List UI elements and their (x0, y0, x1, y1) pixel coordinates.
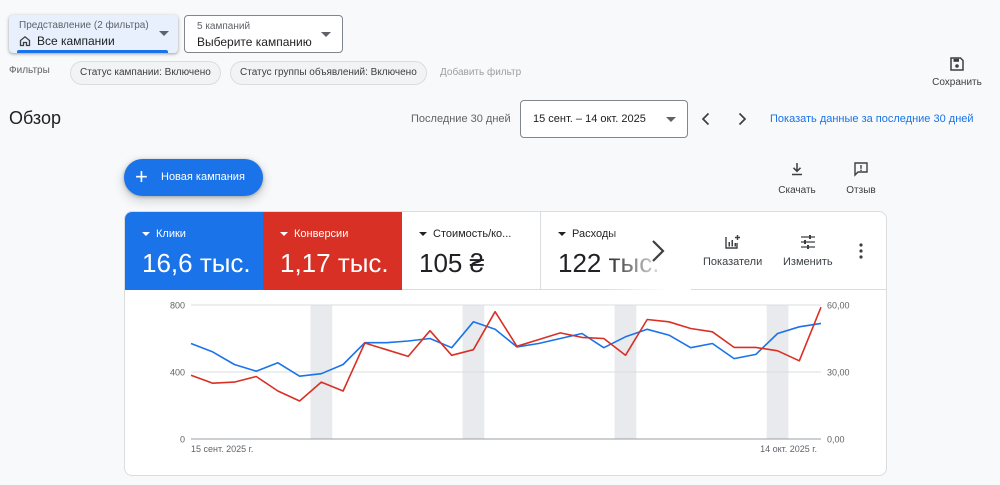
save-button[interactable]: Сохранить (926, 56, 988, 92)
date-range-select[interactable]: 15 сент. – 14 окт. 2025 (520, 100, 688, 138)
metric-value: 1,17 тыс. (280, 248, 389, 278)
indicators-label: Показатели (703, 256, 763, 268)
tune-icon (800, 235, 815, 249)
y-tick-right: 30,00 (827, 368, 850, 378)
metric-header: Стоимость/ко... (419, 228, 511, 240)
metric-header: Клики (142, 228, 186, 240)
metric-value: 16,6 тыс. (142, 248, 251, 278)
download-label: Скачать (778, 185, 816, 196)
save-icon (950, 57, 964, 71)
save-label: Сохранить (932, 77, 982, 88)
campaign-select-sublabel: 5 кампаний (197, 21, 251, 32)
date-range-value: 15 сент. – 14 окт. 2025 (533, 113, 646, 125)
download-icon (792, 163, 802, 176)
feedback-label: Отзыв (846, 185, 876, 196)
x-tick-label: 15 сент. 2025 г. (191, 444, 253, 454)
page-title: Обзор (9, 108, 61, 128)
view-select-underline (17, 50, 168, 53)
chevron-down-icon (666, 117, 676, 122)
performance-chart: 0 0,00 400 30,00 800 60,00 15 сент. 2025 г. 14 … (170, 301, 850, 455)
edit-metrics-label: Изменить (783, 256, 833, 268)
filters-label: Фильтры (9, 65, 50, 76)
dropdown-icon (280, 232, 288, 236)
metric-tile-cost-per-conversion[interactable]: Стоимость/ко... 105 ₴ (402, 212, 541, 290)
metric-tile-conversions[interactable]: Конверсии 1,17 тыс. (263, 212, 402, 290)
chevron-down-icon (321, 32, 331, 37)
chevron-right-icon[interactable] (732, 109, 752, 129)
metric-label: Конверсии (294, 228, 349, 240)
filter-chip-campaign-status[interactable]: Статус кампании: Включено (70, 61, 221, 85)
dropdown-icon (419, 232, 427, 236)
metric-value: 105 ₴ (419, 248, 485, 278)
y-tick-left: 400 (170, 368, 185, 378)
feedback-button[interactable]: Отзыв (836, 161, 886, 196)
period-label: Последние 30 дней (411, 113, 511, 125)
metric-label: Клики (156, 228, 186, 240)
dropdown-icon (558, 232, 566, 236)
metric-tile-clicks[interactable]: Клики 16,6 тыс. (125, 212, 263, 290)
metric-header: Конверсии (280, 228, 348, 240)
chevron-right-icon[interactable] (647, 238, 669, 264)
download-button[interactable]: Скачать (772, 161, 822, 196)
new-campaign-label: Новая кампания (161, 171, 245, 183)
chevron-left-icon[interactable] (696, 109, 716, 129)
y-tick-left: 0 (180, 435, 185, 445)
more-vert-icon[interactable] (857, 242, 865, 260)
dropdown-icon (142, 232, 150, 236)
edit-metrics-button[interactable]: Изменить (783, 234, 833, 268)
show-last-30-days-link[interactable]: Показать данные за последние 30 дней (770, 113, 974, 125)
add-filter-button[interactable]: Добавить фильтр (440, 67, 521, 78)
add-chart-icon (724, 235, 740, 249)
view-select-value-row: Все кампании (19, 34, 115, 48)
campaign-select-value: Выберите кампанию (197, 35, 312, 49)
filter-chip-adgroup-status[interactable]: Статус группы объявлений: Включено (230, 61, 427, 85)
view-select[interactable]: Представление (2 фильтра) Все кампании (9, 15, 178, 53)
metric-label: Стоимость/ко... (433, 228, 512, 240)
indicators-button[interactable]: Показатели (703, 234, 762, 268)
campaign-select[interactable]: 5 кампаний Выберите кампанию (184, 15, 343, 53)
view-select-value: Все кампании (37, 34, 115, 48)
chevron-down-icon (159, 31, 169, 36)
feedback-icon (854, 162, 868, 177)
home-icon (19, 35, 31, 47)
performance-card: Клики 16,6 тыс. Конверсии 1,17 тыс. Стои… (124, 211, 887, 476)
y-tick-right: 0,00 (827, 435, 845, 445)
view-select-sublabel: Представление (2 фильтра) (19, 20, 149, 31)
y-tick-left: 800 (170, 301, 185, 311)
plus-icon: + (135, 164, 148, 189)
x-tick-label: 14 окт. 2025 г. (760, 444, 817, 454)
y-tick-right: 60,00 (827, 301, 850, 311)
new-campaign-button[interactable]: + Новая кампания (124, 159, 263, 196)
